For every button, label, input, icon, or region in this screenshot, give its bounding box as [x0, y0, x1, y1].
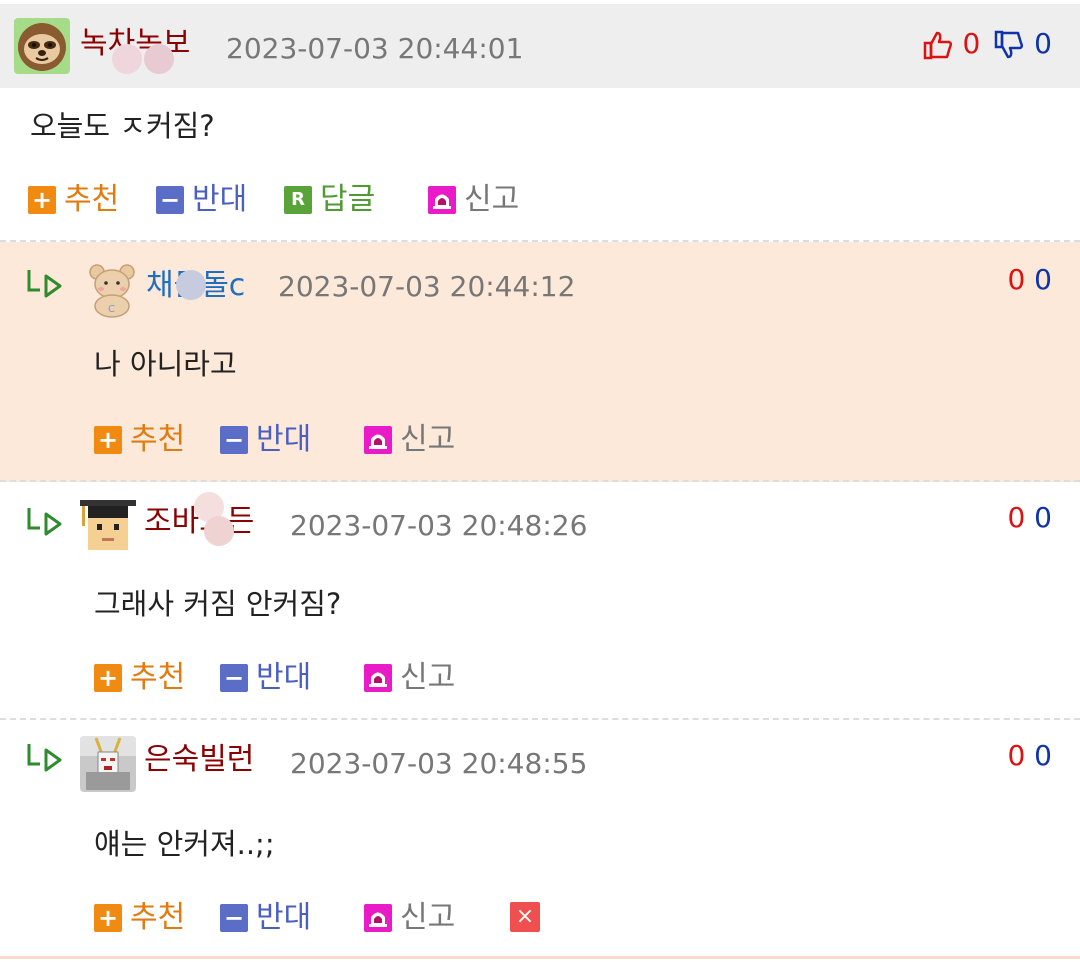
privacy-blur: [112, 44, 142, 74]
recommend-label: 추천: [130, 900, 186, 935]
reply-item: 은숙빌런 2023-07-03 20:48:55 0 0 얘는 안커져..;; …: [0, 720, 1080, 959]
recommend-button[interactable]: + 추천: [94, 658, 185, 698]
plus-icon: +: [28, 186, 56, 214]
upvote-count[interactable]: 0: [1007, 739, 1025, 772]
recommend-label: 추천: [130, 660, 186, 695]
thumbs-up-icon[interactable]: [922, 29, 954, 61]
recommend-label: 추천: [130, 422, 186, 457]
timestamp: 2023-07-03 20:48:26: [290, 509, 588, 542]
privacy-blur: [176, 270, 206, 300]
report-label: 신고: [464, 182, 520, 217]
recommend-button[interactable]: + 추천: [94, 898, 185, 938]
siren-icon: [428, 186, 456, 214]
avatar-robot[interactable]: [80, 736, 136, 792]
downvote-count[interactable]: 0: [1034, 501, 1052, 534]
oppose-button[interactable]: − 반대: [156, 180, 247, 220]
upvote-count[interactable]: 0: [1007, 501, 1025, 534]
report-label: 신고: [400, 900, 456, 935]
report-label: 신고: [400, 660, 456, 695]
oppose-button[interactable]: − 반대: [220, 420, 311, 460]
report-button[interactable]: 신고: [428, 180, 519, 220]
recommend-label: 추천: [64, 182, 120, 217]
comment-body: 나 아니라고: [94, 347, 237, 381]
timestamp: 2023-07-03 20:44:12: [278, 270, 576, 303]
comment-actions: + 추천 − 반대 신고: [94, 420, 594, 460]
report-label: 신고: [400, 422, 456, 457]
oppose-label: 반대: [256, 422, 312, 457]
reply-item: 조바드든 2023-07-03 20:48:26 0 0 그래사 커짐 안커짐?…: [0, 482, 1080, 720]
avatar-graduate[interactable]: [80, 496, 136, 552]
oppose-label: 반대: [256, 900, 312, 935]
privacy-blur: [144, 44, 174, 74]
timestamp: 2023-07-03 20:44:01: [226, 32, 524, 65]
plus-icon: +: [94, 664, 122, 692]
reply-arrow-icon: [26, 504, 66, 540]
comment-header: 녹차녹보 2023-07-03 20:44:01 0 0: [0, 4, 1080, 88]
vote-counts: 0 0: [922, 26, 1052, 62]
vote-counts: 0 0: [1007, 262, 1052, 298]
upvote-count[interactable]: 0: [1007, 263, 1025, 296]
comment-item: 녹차녹보 2023-07-03 20:44:01 0 0 오늘도 ㅈ커짐? + …: [0, 0, 1080, 242]
vote-counts: 0 0: [1007, 500, 1052, 536]
reply-button[interactable]: R 답글: [284, 180, 375, 220]
svg-text:C: C: [108, 304, 115, 315]
comment-body: 그래사 커짐 안커짐?: [94, 587, 342, 621]
report-button[interactable]: 신고: [364, 898, 455, 938]
close-icon[interactable]: ×: [510, 902, 540, 932]
comment-body: 오늘도 ㅈ커짐?: [30, 109, 215, 143]
recommend-button[interactable]: + 추천: [28, 180, 119, 220]
thumbs-down-icon[interactable]: [993, 29, 1025, 61]
vote-counts: 0 0: [1007, 738, 1052, 774]
plus-icon: +: [94, 426, 122, 454]
oppose-label: 반대: [256, 660, 312, 695]
upvote-count: 0: [962, 27, 981, 60]
avatar-bear[interactable]: C: [84, 262, 140, 318]
siren-icon: [364, 426, 392, 454]
recommend-button[interactable]: + 추천: [94, 420, 185, 460]
comment-actions: + 추천 − 반대 신고 ×: [94, 898, 594, 938]
minus-icon: −: [220, 664, 248, 692]
oppose-button[interactable]: − 반대: [220, 658, 311, 698]
timestamp: 2023-07-03 20:48:55: [290, 747, 588, 780]
username[interactable]: 은숙빌런: [144, 742, 254, 778]
plus-icon: +: [94, 904, 122, 932]
report-button[interactable]: 신고: [364, 658, 455, 698]
minus-icon: −: [156, 186, 184, 214]
report-button[interactable]: 신고: [364, 420, 455, 460]
reply-label: 답글: [320, 182, 376, 217]
siren-icon: [364, 904, 392, 932]
comment-actions: + 추천 − 반대 R 답글 신고: [28, 180, 628, 220]
reply-item: C 채돌돌c 2023-07-03 20:44:12 0 0 나 아니라고 + …: [0, 242, 1080, 482]
minus-icon: −: [220, 904, 248, 932]
avatar-sloth[interactable]: [14, 18, 70, 74]
oppose-button[interactable]: − 반대: [220, 898, 311, 938]
reply-arrow-icon: [26, 266, 66, 302]
siren-icon: [364, 664, 392, 692]
reply-arrow-icon: [26, 740, 66, 776]
downvote-count[interactable]: 0: [1034, 263, 1052, 296]
downvote-count[interactable]: 0: [1034, 739, 1052, 772]
privacy-blur: [204, 516, 234, 546]
comment-actions: + 추천 − 반대 신고: [94, 658, 594, 698]
oppose-label: 반대: [192, 182, 248, 217]
comment-body: 얘는 안커져..;;: [94, 827, 275, 861]
reply-icon: R: [284, 186, 312, 214]
downvote-count: 0: [1034, 27, 1052, 60]
minus-icon: −: [220, 426, 248, 454]
